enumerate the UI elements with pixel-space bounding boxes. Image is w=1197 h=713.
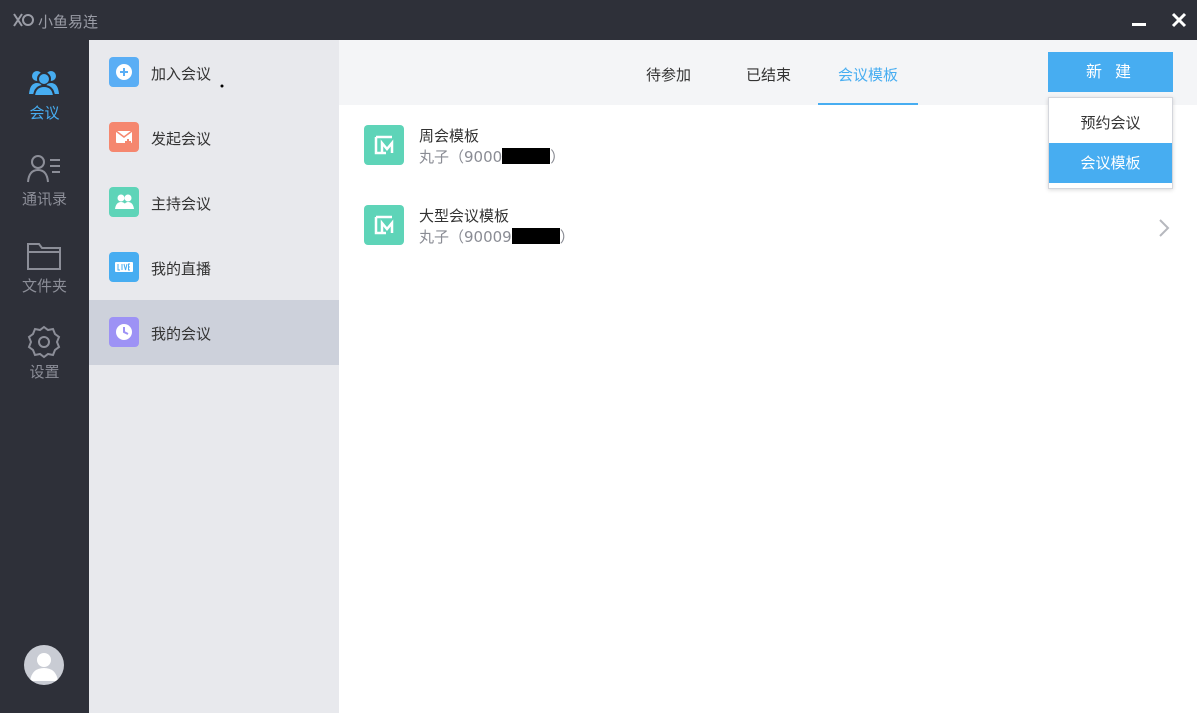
submenu-label-host: 主持会议 [151, 195, 212, 213]
submenu-label-my-meetings: 我的会议 [151, 325, 212, 343]
template-owner-prefix: 丸子（90009 [419, 228, 512, 246]
submenu-label-start: 发起会议 [151, 130, 212, 148]
host-meeting-icon [109, 187, 139, 217]
template-icon [364, 205, 404, 245]
nav-item-settings[interactable]: 设置 [0, 325, 89, 405]
tab-active-underline [818, 103, 918, 105]
live-icon [109, 252, 139, 282]
user-avatar-icon [30, 653, 58, 681]
nav-label-meetings: 会议 [29, 104, 60, 122]
submenu-item-host[interactable]: 主持会议 [89, 170, 339, 235]
gear-icon [27, 325, 61, 359]
template-item-large[interactable]: 大型会议模板 丸子（90009 ） [339, 205, 1197, 285]
plus-circle-icon [109, 57, 139, 87]
nav-label-contacts: 通讯录 [21, 190, 67, 208]
new-button[interactable]: 新 建 [1048, 52, 1173, 92]
new-dropdown-menu: 预约会议 会议模板 [1048, 97, 1173, 189]
submenu-item-start[interactable]: 发起会议 [89, 105, 339, 170]
cursor-dot-icon [220, 84, 224, 88]
nav-label-folder: 文件夹 [21, 277, 67, 295]
title-bar: 小鱼易连 [0, 0, 1197, 40]
main-nav: 会议 通讯录 文件夹 设置 [0, 40, 89, 713]
dropdown-item-template[interactable]: 会议模板 [1049, 143, 1172, 183]
tab-bar: 待参加 已结束 会议模板 新 建 [339, 40, 1197, 105]
template-owner: 丸子（90009 ） [419, 226, 575, 247]
users-icon [29, 71, 59, 97]
dropdown-item-schedule[interactable]: 预约会议 [1049, 103, 1172, 143]
meeting-submenu: 加入会议 发起会议 主持会议 我的直播 我的会议 [89, 40, 339, 713]
contacts-icon [27, 155, 60, 183]
nav-item-folder[interactable]: 文件夹 [0, 239, 89, 319]
main-content: 待参加 已结束 会议模板 新 建 周会模板 丸子（9000 ） 大型会议模板 丸子… [339, 40, 1197, 713]
app-logo-icon [13, 13, 34, 27]
submenu-item-join[interactable]: 加入会议 [89, 40, 339, 105]
nav-item-meetings[interactable]: 会议 [0, 66, 89, 146]
clock-icon [109, 317, 139, 347]
template-name: 周会模板 [419, 127, 480, 145]
redaction-block [511, 228, 560, 244]
nav-item-contacts[interactable]: 通讯录 [0, 152, 89, 232]
start-meeting-icon [109, 122, 139, 152]
template-owner: 丸子（9000 ） [419, 146, 565, 167]
template-owner-suffix: ） [559, 228, 575, 246]
tab-upcoming[interactable]: 待参加 [646, 64, 691, 85]
template-icon [364, 125, 404, 165]
submenu-item-live[interactable]: 我的直播 [89, 235, 339, 300]
chevron-right-icon[interactable] [1157, 217, 1171, 239]
minimize-icon[interactable] [1127, 8, 1151, 32]
folder-icon [27, 243, 61, 270]
redaction-block [502, 148, 551, 164]
app-title: 小鱼易连 [38, 13, 99, 31]
template-name: 大型会议模板 [419, 207, 510, 225]
close-icon[interactable] [1167, 8, 1191, 32]
avatar[interactable] [24, 645, 64, 685]
submenu-label-join: 加入会议 [151, 65, 212, 83]
submenu-label-live: 我的直播 [151, 260, 212, 278]
template-owner-prefix: 丸子（9000 [419, 148, 503, 166]
tab-templates[interactable]: 会议模板 [838, 64, 898, 85]
template-owner-suffix: ） [550, 148, 566, 166]
submenu-item-my-meetings[interactable]: 我的会议 [89, 300, 339, 365]
tab-ended[interactable]: 已结束 [746, 64, 791, 85]
nav-label-settings: 设置 [29, 363, 60, 381]
